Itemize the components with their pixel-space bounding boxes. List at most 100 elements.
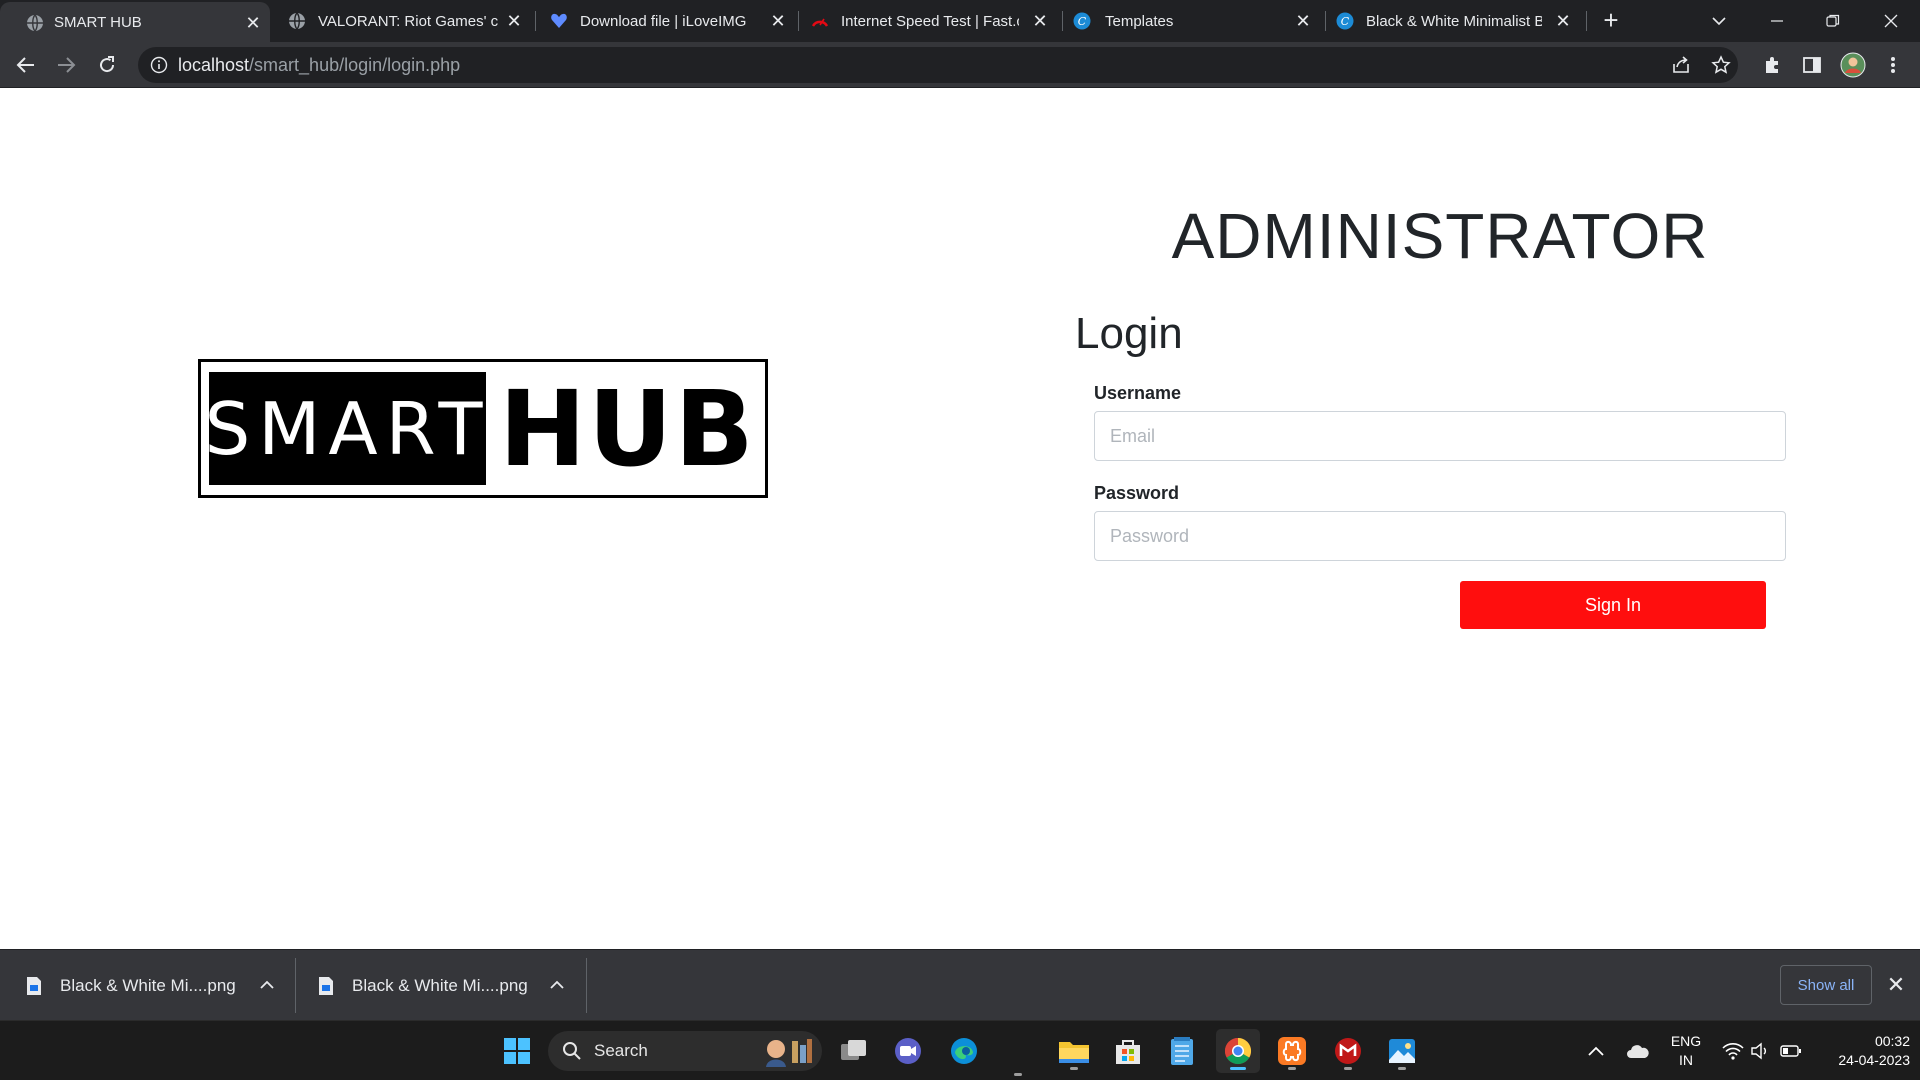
heart-icon <box>551 13 567 28</box>
chrome-menu-icon[interactable] <box>1880 52 1906 78</box>
tab-templates[interactable]: C Templates ✕ <box>1063 0 1325 42</box>
download-item[interactable]: Black & White Mi....png <box>26 950 282 1021</box>
canva-icon: C <box>1073 12 1091 30</box>
login-page: SMART HUB ADMINISTRATOR Login Username P… <box>0 89 1920 949</box>
bookmark-star-icon[interactable] <box>1708 52 1734 78</box>
tab-close-icon[interactable]: ✕ <box>1030 11 1050 31</box>
login-heading: Login <box>1075 309 1183 358</box>
speedometer-icon <box>811 18 829 27</box>
close-shelf-icon[interactable]: ✕ <box>1884 974 1908 998</box>
clock-time: 00:32 <box>1874 1033 1910 1049</box>
chevron-up-icon[interactable] <box>546 974 568 996</box>
admin-heading: ADMINISTRATOR <box>1171 200 1709 272</box>
share-icon[interactable] <box>1668 52 1694 78</box>
mcafee-icon[interactable] <box>1326 1029 1370 1073</box>
url-text: localhost/smart_hub/login/login.php <box>178 47 460 83</box>
tab-close-icon[interactable]: ✕ <box>1293 11 1313 31</box>
tab-close-icon[interactable]: ✕ <box>1553 11 1573 31</box>
tab-title: Download file | iLoveIMG <box>580 12 747 30</box>
password-label: Password <box>1094 483 1180 503</box>
site-info-icon[interactable] <box>150 56 168 74</box>
tab-title: Internet Speed Test | Fast.co <box>841 12 1019 30</box>
tab-title: Templates <box>1105 12 1174 30</box>
tab-title: SMART HUB <box>54 13 142 31</box>
smart-hub-logo: SMART HUB <box>198 359 768 498</box>
tab-divider <box>1586 11 1587 31</box>
wifi-icon[interactable] <box>1722 1021 1744 1080</box>
notepad-icon[interactable] <box>1160 1029 1204 1073</box>
globe-icon <box>27 14 43 32</box>
logo-smart-text: SMART <box>205 372 486 485</box>
tab-close-icon[interactable]: ✕ <box>768 11 788 31</box>
xampp-icon[interactable] <box>1270 1029 1314 1073</box>
profile-avatar[interactable] <box>1840 52 1866 78</box>
forward-arrow-icon[interactable] <box>52 51 80 79</box>
new-tab-button[interactable]: + <box>1598 7 1624 34</box>
image-file-icon <box>319 976 333 995</box>
side-panel-icon[interactable] <box>1799 52 1825 78</box>
logo-hub-text: HUB <box>499 367 756 490</box>
downloads-shelf: Black & White Mi....png Black & White Mi… <box>0 949 1920 1020</box>
language-code: ENG <box>1670 1033 1702 1049</box>
windows-start-icon[interactable] <box>495 1029 539 1073</box>
extensions-puzzle-icon[interactable] <box>1759 52 1785 78</box>
tab-search-chevron-icon[interactable] <box>1704 6 1734 36</box>
tab-smart-hub[interactable]: SMART HUB ✕ <box>0 2 270 42</box>
tab-title: Black & White Minimalist B <box>1366 12 1542 30</box>
taskbar-clock[interactable]: 00:32 24-04-2023 <box>1810 1032 1910 1070</box>
browser-toolbar: localhost/smart_hub/login/login.php <box>0 42 1920 88</box>
screen: SMART HUB ✕ VALORANT: Riot Games' co ✕ D… <box>0 0 1920 1080</box>
file-explorer-icon[interactable] <box>1052 1029 1096 1073</box>
url-path: /smart_hub/login/login.php <box>249 55 461 75</box>
username-label: Username <box>1094 383 1182 403</box>
tab-close-icon[interactable]: ✕ <box>504 11 524 31</box>
running-indicator <box>1398 1067 1406 1070</box>
canva-icon: C <box>1336 12 1354 30</box>
teams-meet-icon[interactable] <box>886 1029 930 1073</box>
tab-fast-com[interactable]: Internet Speed Test | Fast.co ✕ <box>799 0 1061 42</box>
edge-browser-icon[interactable] <box>942 1029 986 1073</box>
volume-icon[interactable] <box>1750 1021 1770 1080</box>
username-input[interactable] <box>1094 411 1786 461</box>
restore-icon[interactable] <box>1818 6 1848 36</box>
password-input[interactable] <box>1094 511 1786 561</box>
tab-title: VALORANT: Riot Games' co <box>318 12 498 30</box>
taskbar-search[interactable]: Search <box>548 1031 822 1071</box>
language-indicator[interactable]: ENG IN <box>1660 1032 1712 1070</box>
download-divider <box>295 958 296 1013</box>
download-filename: Black & White Mi....png <box>60 975 236 995</box>
download-filename: Black & White Mi....png <box>352 975 528 995</box>
show-hidden-icons-chevron-icon[interactable] <box>1588 1021 1604 1080</box>
tab-canva-design[interactable]: C Black & White Minimalist B ✕ <box>1326 0 1588 42</box>
search-highlight-icon <box>766 1039 812 1067</box>
sign-in-button[interactable]: Sign In <box>1460 581 1766 629</box>
close-window-icon[interactable] <box>1876 6 1906 36</box>
tab-ilovelmg[interactable]: Download file | iLoveIMG ✕ <box>536 0 798 42</box>
show-all-button[interactable]: Show all <box>1780 965 1872 1005</box>
active-indicator <box>1230 1067 1246 1070</box>
reload-icon[interactable] <box>93 51 121 79</box>
task-view-icon[interactable] <box>832 1029 876 1073</box>
onedrive-cloud-icon[interactable] <box>1626 1021 1650 1080</box>
chrome-taskbar-icon[interactable] <box>1216 1029 1260 1073</box>
minimize-icon[interactable] <box>1762 6 1792 36</box>
search-label: Search <box>594 1041 648 1060</box>
image-file-icon <box>27 976 41 995</box>
svg-text:C: C <box>1341 15 1350 28</box>
photos-icon[interactable] <box>1380 1029 1424 1073</box>
address-bar[interactable]: localhost/smart_hub/login/login.php <box>138 47 1738 83</box>
tab-close-icon[interactable]: ✕ <box>243 13 263 33</box>
battery-icon[interactable] <box>1780 1021 1802 1080</box>
download-divider <box>586 958 587 1013</box>
back-arrow-icon[interactable] <box>12 51 40 79</box>
microsoft-store-icon[interactable] <box>1106 1029 1150 1073</box>
tab-valorant[interactable]: VALORANT: Riot Games' co ✕ <box>270 0 532 42</box>
search-icon <box>563 1042 581 1060</box>
url-host: localhost <box>178 55 250 75</box>
running-indicator <box>1014 1073 1022 1076</box>
download-item[interactable]: Black & White Mi....png <box>318 950 574 1021</box>
running-indicator <box>1344 1067 1352 1070</box>
globe-icon <box>289 12 305 30</box>
clock-date: 24-04-2023 <box>1838 1052 1910 1068</box>
chevron-up-icon[interactable] <box>256 974 278 996</box>
